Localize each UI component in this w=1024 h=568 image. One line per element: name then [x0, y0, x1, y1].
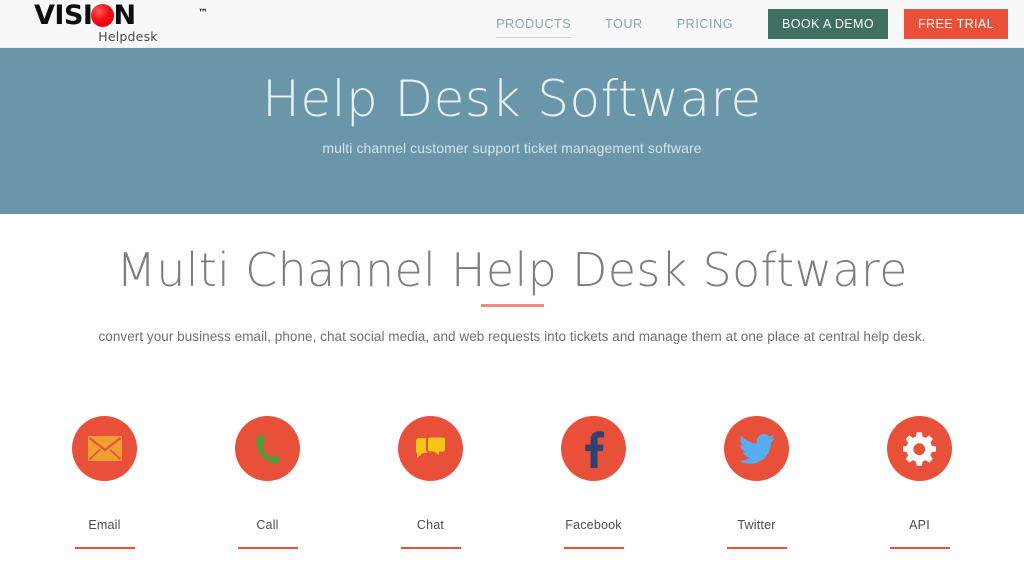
channel-label-api: API	[909, 518, 930, 532]
phone-icon	[253, 433, 283, 465]
channel-label-chat: Chat	[416, 518, 445, 532]
envelope-icon	[87, 436, 122, 461]
channel-circle-call	[235, 416, 300, 481]
channel-item-api[interactable]: API	[887, 416, 952, 549]
channel-item-email[interactable]: Email	[72, 416, 137, 549]
logo-word-after: N	[113, 0, 136, 31]
main-nav: PRODUCTS TOUR PRICING BOOK A DEMO FREE T…	[479, 0, 1008, 48]
main-section: Multi Channel Help Desk Software convert…	[0, 214, 1024, 549]
title-accent-rule	[480, 304, 544, 307]
hero-title: Help Desk Software	[262, 70, 762, 128]
section-subtitle: convert your business email, phone, chat…	[98, 329, 926, 344]
logo[interactable]: VISI N ™ Helpdesk	[34, 0, 208, 46]
channel-rule-twitter	[726, 547, 787, 549]
logo-subtitle: Helpdesk	[98, 29, 158, 44]
logo-wordmark: VISI N ™	[34, 0, 208, 31]
trademark-symbol: ™	[198, 8, 208, 19]
channel-circle-api	[887, 416, 952, 481]
logo-sphere-icon	[91, 4, 115, 27]
nav-item-pricing[interactable]: PRICING	[660, 17, 750, 31]
channel-label-call: Call	[256, 518, 279, 532]
channel-label-facebook: Facebook	[565, 518, 622, 532]
twitter-bird-icon	[738, 433, 775, 464]
channel-item-facebook[interactable]: Facebook	[561, 416, 626, 549]
hero-banner: Help Desk Software multi channel custome…	[0, 48, 1024, 214]
channel-item-call[interactable]: Call	[235, 416, 300, 549]
channel-item-chat[interactable]: Chat	[398, 416, 463, 549]
channel-circle-facebook	[561, 416, 626, 481]
channel-label-email: Email	[88, 518, 121, 532]
channel-list: Email Call Chat Facebook Twitter API	[0, 416, 1024, 549]
channel-circle-email	[72, 416, 137, 481]
channel-item-twitter[interactable]: Twitter	[724, 416, 789, 549]
chat-bubbles-icon	[414, 434, 448, 464]
book-a-demo-button[interactable]: BOOK A DEMO	[768, 9, 888, 39]
channel-circle-chat	[398, 416, 463, 481]
channel-rule-call	[237, 547, 298, 549]
channel-label-twitter: Twitter	[737, 518, 776, 532]
channel-rule-api	[889, 547, 950, 549]
nav-item-tour[interactable]: TOUR	[588, 17, 660, 31]
page-title: Multi Channel Help Desk Software	[116, 243, 908, 297]
channel-rule-email	[74, 547, 135, 549]
site-header: VISI N ™ Helpdesk PRODUCTS TOUR PRICING B…	[0, 0, 1024, 48]
hero-subtitle: multi channel customer support ticket ma…	[322, 140, 702, 156]
free-trial-button[interactable]: FREE TRIAL	[903, 9, 1008, 39]
channel-circle-twitter	[724, 416, 789, 481]
channel-rule-facebook	[563, 547, 624, 549]
nav-item-products[interactable]: PRODUCTS	[479, 17, 588, 38]
logo-word-before: VISI	[34, 0, 93, 31]
channel-rule-chat	[400, 547, 461, 549]
gear-icon	[902, 431, 937, 466]
facebook-icon	[583, 430, 605, 468]
